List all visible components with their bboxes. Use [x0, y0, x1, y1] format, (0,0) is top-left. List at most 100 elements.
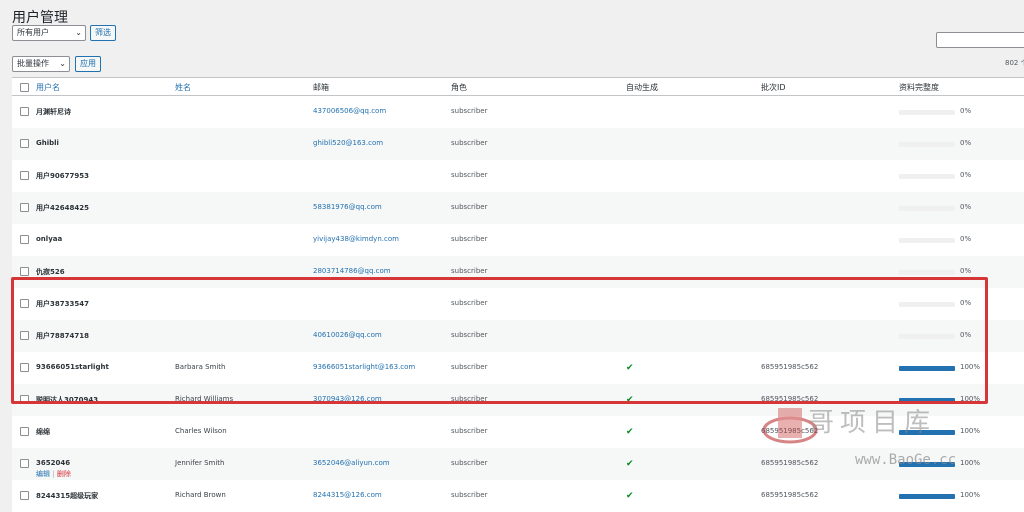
search-input[interactable] — [936, 32, 1024, 48]
progress-percent: 0% — [960, 139, 972, 147]
progress-fill — [899, 494, 955, 499]
username-link[interactable]: 仇寂526 — [36, 267, 65, 277]
check-icon: ✔ — [626, 491, 634, 501]
filter-button[interactable]: 筛选 — [90, 25, 116, 41]
batch-id: 685951985c562 — [761, 395, 819, 403]
email-link[interactable]: 437006506@qq.com — [313, 107, 386, 115]
row-checkbox[interactable] — [20, 107, 29, 116]
bulk-actions-select[interactable]: 批量操作 ⌄ — [12, 56, 70, 72]
table-row: onlyaa yivijay438@kimdyn.com subscriber 0% — [12, 224, 1024, 256]
row-checkbox[interactable] — [20, 203, 29, 212]
chevron-down-icon: ⌄ — [75, 28, 82, 37]
email-link[interactable]: 40610026@qq.com — [313, 331, 382, 339]
table-row: Ghibli ghibli520@163.com subscriber 0% — [12, 128, 1024, 160]
user-filter-select[interactable]: 所有用户 ⌄ — [12, 25, 86, 41]
email-link[interactable]: 2803714786@qq.com — [313, 267, 391, 275]
row-checkbox[interactable] — [20, 331, 29, 340]
progress-percent: 100% — [960, 395, 981, 403]
column-name[interactable]: 姓名 — [175, 82, 191, 93]
username-link[interactable]: 用户78874718 — [36, 331, 89, 341]
progress-percent: 100% — [960, 459, 981, 467]
row-checkbox[interactable] — [20, 171, 29, 180]
progress-bar — [899, 334, 955, 339]
row-checkbox[interactable] — [20, 299, 29, 308]
progress-bar — [899, 206, 955, 211]
delete-link[interactable]: 删除 — [57, 470, 71, 478]
username-link[interactable]: Ghibli — [36, 139, 59, 147]
role: subscriber — [451, 107, 488, 115]
username-link[interactable]: 用户38733547 — [36, 299, 89, 309]
row-checkbox[interactable] — [20, 235, 29, 244]
progress-bar — [899, 398, 955, 403]
username-link[interactable]: 聪明达人3070943 — [36, 395, 98, 405]
progress-bar — [899, 462, 955, 467]
username-link[interactable]: 用户90677953 — [36, 171, 89, 181]
batch-id: 685951985c562 — [761, 459, 819, 467]
row-checkbox[interactable] — [20, 139, 29, 148]
username-link[interactable]: onlyaa — [36, 235, 62, 243]
role: subscriber — [451, 491, 488, 499]
role: subscriber — [451, 395, 488, 403]
progress-fill — [899, 366, 955, 371]
email-link[interactable]: 3070943@126.com — [313, 395, 382, 403]
email-link[interactable]: ghibli520@163.com — [313, 139, 383, 147]
progress-bar — [899, 302, 955, 307]
column-email: 邮箱 — [313, 83, 329, 92]
row-checkbox[interactable] — [20, 267, 29, 276]
progress-bar — [899, 430, 955, 435]
row-checkbox[interactable] — [20, 459, 29, 468]
role: subscriber — [451, 427, 488, 435]
progress-percent: 100% — [960, 363, 981, 371]
edit-link[interactable]: 编辑 — [36, 470, 50, 478]
table-row: 用户90677953 subscriber 0% — [12, 160, 1024, 192]
table-row: 月渊轩尼诗 437006506@qq.com subscriber 0% — [12, 96, 1024, 128]
action-separator: | — [52, 470, 55, 478]
email-link[interactable]: 8244315@126.com — [313, 491, 382, 499]
role: subscriber — [451, 331, 488, 339]
username-link[interactable]: 8244315超级玩家 — [36, 491, 98, 501]
table-row: 聪明达人3070943 Richard Williams 3070943@126.c… — [12, 384, 1024, 416]
progress-percent: 0% — [960, 331, 972, 339]
progress-bar — [899, 174, 955, 179]
row-checkbox[interactable] — [20, 491, 29, 500]
column-username[interactable]: 用户名 — [36, 82, 60, 93]
display-name: Charles Wilson — [175, 427, 227, 435]
progress-percent: 0% — [960, 171, 972, 179]
email-link[interactable]: yivijay438@kimdyn.com — [313, 235, 399, 243]
apply-button[interactable]: 应用 — [75, 56, 101, 72]
item-count: 802 个 — [1005, 59, 1024, 67]
row-actions: 编辑 | 删除 — [36, 469, 71, 479]
row-checkbox[interactable] — [20, 427, 29, 436]
username-link[interactable]: 3652046 — [36, 459, 70, 467]
table-row: 用户38733547 subscriber 0% — [12, 288, 1024, 320]
username-link[interactable]: 月渊轩尼诗 — [36, 107, 71, 117]
email-link[interactable]: 3652046@aliyun.com — [313, 459, 390, 467]
progress-percent: 100% — [960, 427, 981, 435]
progress-bar — [899, 494, 955, 499]
table-row: 用户78874718 40610026@qq.com subscriber 0% — [12, 320, 1024, 352]
username-link[interactable]: 绵绵 — [36, 427, 50, 437]
role: subscriber — [451, 299, 488, 307]
progress-percent: 0% — [960, 299, 972, 307]
progress-percent: 100% — [960, 491, 981, 499]
progress-percent: 0% — [960, 267, 972, 275]
email-link[interactable]: 58381976@qq.com — [313, 203, 382, 211]
display-name: Richard Brown — [175, 491, 226, 499]
username-link[interactable]: 用户42648425 — [36, 203, 89, 213]
progress-percent: 0% — [960, 203, 972, 211]
progress-fill — [899, 398, 955, 403]
role: subscriber — [451, 235, 488, 243]
row-checkbox[interactable] — [20, 363, 29, 372]
select-all-checkbox[interactable] — [20, 83, 29, 92]
row-checkbox[interactable] — [20, 395, 29, 404]
chevron-down-icon: ⌄ — [59, 59, 66, 68]
progress-percent: 0% — [960, 235, 972, 243]
table-row: 93666051starlight Barbara Smith 93666051st… — [12, 352, 1024, 384]
display-name: Jennifer Smith — [175, 459, 225, 467]
email-link[interactable]: 93666051starlight@163.com — [313, 363, 415, 371]
display-name: Richard Williams — [175, 395, 234, 403]
role: subscriber — [451, 363, 488, 371]
check-icon: ✔ — [626, 427, 634, 437]
username-link[interactable]: 93666051starlight — [36, 363, 109, 371]
display-name: Barbara Smith — [175, 363, 226, 371]
